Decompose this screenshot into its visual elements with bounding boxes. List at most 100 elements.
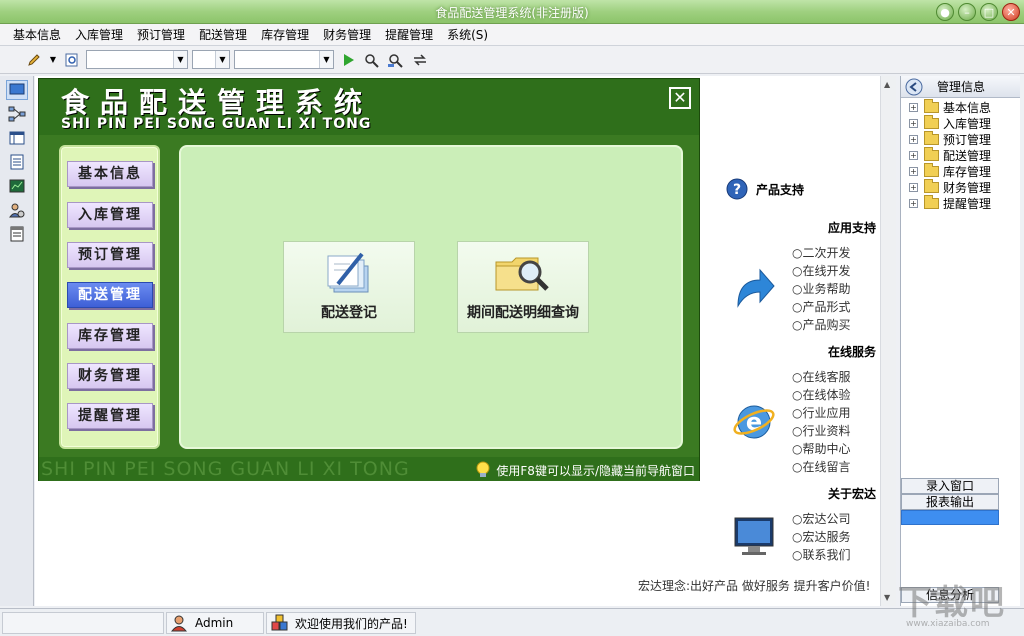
- footer-hint-text: 使用F8键可以显示/隐藏当前导航窗口: [496, 463, 695, 478]
- expand-icon[interactable]: +: [909, 182, 918, 192]
- link-services[interactable]: ○宏达服务: [792, 528, 851, 545]
- watermark-logo: 下载吧 www.xiazaiba.com: [898, 583, 1006, 629]
- refresh-icon[interactable]: [410, 50, 430, 70]
- link-online-cs[interactable]: ○在线客服: [792, 368, 851, 385]
- link-product-buy[interactable]: ○产品购买: [792, 316, 851, 333]
- window-list-icon[interactable]: [6, 128, 28, 148]
- nav-button-inbound[interactable]: 入库管理: [67, 202, 153, 228]
- section-online-service: 在线服务: [827, 345, 876, 359]
- preview-icon[interactable]: [62, 50, 82, 70]
- arrow-forward-icon: [737, 268, 775, 308]
- find-next-icon[interactable]: [386, 50, 406, 70]
- menu-bar: 基本信息 入库管理 预订管理 配送管理 库存管理 财务管理 提醒管理 系统(S): [0, 24, 1024, 46]
- folder-icon: [924, 194, 939, 209]
- tree-item-reminder[interactable]: + 提醒管理: [909, 194, 991, 211]
- document-icon[interactable]: [6, 152, 28, 172]
- minimize-button[interactable]: –: [958, 3, 976, 21]
- menu-delivery[interactable]: 配送管理: [192, 26, 254, 43]
- footer-pinyin: SHI PIN PEI SONG GUAN LI XI TONG: [41, 458, 410, 480]
- expand-icon[interactable]: +: [909, 150, 918, 160]
- menu-system[interactable]: 系统(S): [440, 26, 495, 43]
- menu-basic-info[interactable]: 基本信息: [6, 26, 68, 43]
- toolbar: ▼ ▼ ▼ ▼: [0, 46, 1024, 74]
- link-product-form[interactable]: ○产品形式: [792, 298, 851, 315]
- link-industry-app[interactable]: ○行业应用: [792, 404, 851, 421]
- nav-button-finance[interactable]: 财务管理: [67, 363, 153, 389]
- desktop-icon[interactable]: [6, 80, 28, 100]
- nav-menu-column: 基本信息 入库管理 预订管理 配送管理 库存管理 财务管理 提醒管理: [59, 145, 160, 449]
- folder-icon: [924, 178, 939, 193]
- menu-inventory[interactable]: 库存管理: [254, 26, 316, 43]
- nav-button-booking[interactable]: 预订管理: [67, 242, 153, 268]
- vertical-scrollbar[interactable]: ▲ ▼: [880, 76, 896, 606]
- title-bar: 食品配送管理系统(非注册版) ● – □ ✕: [0, 0, 1024, 24]
- nav-close-button[interactable]: ✕: [669, 87, 691, 109]
- user-icon: [171, 615, 188, 632]
- list-icon[interactable]: [6, 224, 28, 244]
- link-company[interactable]: ○宏达公司: [792, 510, 851, 527]
- delivery-register-tile[interactable]: 配送登记: [283, 241, 415, 333]
- find-icon[interactable]: [362, 50, 382, 70]
- support-header: 产品支持: [756, 183, 805, 197]
- link-online-message[interactable]: ○在线留言: [792, 458, 851, 475]
- nav-button-inventory[interactable]: 库存管理: [67, 323, 153, 349]
- link-contact[interactable]: ○联系我们: [792, 546, 851, 563]
- link-help-center[interactable]: ○帮助中心: [792, 440, 851, 457]
- filter-combo-1[interactable]: ▼: [86, 50, 188, 69]
- user-settings-icon[interactable]: [6, 200, 28, 220]
- menu-inbound[interactable]: 入库管理: [68, 26, 130, 43]
- section-app-support: 应用支持: [827, 221, 876, 235]
- menu-finance[interactable]: 财务管理: [316, 26, 378, 43]
- close-button[interactable]: ✕: [1002, 3, 1020, 21]
- pencil-icon[interactable]: [24, 50, 44, 70]
- nav-button-reminder[interactable]: 提醒管理: [67, 403, 153, 429]
- collapse-icon[interactable]: [905, 78, 923, 96]
- status-message: 欢迎使用我们的产品!: [266, 612, 416, 634]
- nav-pinyin: SHI PIN PEI SONG GUAN LI XI TONG: [61, 116, 372, 132]
- link-online-trial[interactable]: ○在线体验: [792, 386, 851, 403]
- scroll-up-icon[interactable]: ▲: [884, 80, 890, 89]
- left-icon-strip: [0, 76, 34, 606]
- delivery-query-tile[interactable]: 期间配送明细查询: [457, 241, 589, 333]
- menu-booking[interactable]: 预订管理: [130, 26, 192, 43]
- filter-combo-2[interactable]: ▼: [192, 50, 230, 69]
- footer-hint: 使用F8键可以显示/隐藏当前导航窗口: [474, 461, 695, 479]
- play-icon[interactable]: [338, 50, 358, 70]
- tab-report-output[interactable]: 报表输出: [901, 494, 999, 510]
- svg-text:?: ?: [733, 182, 741, 198]
- expand-icon[interactable]: +: [909, 102, 918, 112]
- expand-icon[interactable]: +: [909, 118, 918, 128]
- tab-entry-window[interactable]: 录入窗口: [901, 478, 999, 494]
- tree-item-finance[interactable]: + 财务管理: [909, 178, 991, 195]
- link-business-help[interactable]: ○业务帮助: [792, 280, 851, 297]
- network-icon[interactable]: [6, 104, 28, 124]
- nav-button-basic-info[interactable]: 基本信息: [67, 161, 153, 187]
- chart-icon[interactable]: [6, 176, 28, 196]
- nav-button-delivery[interactable]: 配送管理: [67, 282, 153, 308]
- management-panel: 管理信息 + 基本信息 + 入库管理 + 预订管理 + 配送管理 + 库存管理 + 财务管理…: [900, 76, 1020, 606]
- menu-reminder[interactable]: 提醒管理: [378, 26, 440, 43]
- expand-icon[interactable]: +: [909, 166, 918, 176]
- nav-content-area: 配送登记 期间配送明细查询: [179, 145, 683, 449]
- tab-selected-blank[interactable]: [901, 510, 999, 525]
- help-icon: ?: [726, 178, 748, 200]
- scroll-down-icon[interactable]: ▼: [884, 593, 890, 602]
- tree-item-delivery[interactable]: + 配送管理: [909, 146, 991, 163]
- tree-item-basic-info[interactable]: + 基本信息: [909, 98, 991, 115]
- expand-icon[interactable]: +: [909, 198, 918, 208]
- tree-item-inventory[interactable]: + 库存管理: [909, 162, 991, 179]
- help-button[interactable]: ●: [936, 3, 954, 21]
- link-industry-data[interactable]: ○行业资料: [792, 422, 851, 439]
- lightbulb-icon: [476, 461, 490, 477]
- tree-item-booking[interactable]: + 预订管理: [909, 130, 991, 147]
- maximize-button[interactable]: □: [980, 3, 998, 21]
- navigation-panel: 食品配送管理系统 SHI PIN PEI SONG GUAN LI XI TON…: [38, 78, 700, 481]
- link-online-dev[interactable]: ○在线开发: [792, 262, 851, 279]
- expand-icon[interactable]: +: [909, 134, 918, 144]
- company-slogan: 宏达理念:出好产品 做好服务 提升客户价值!: [638, 579, 871, 593]
- link-secondary-dev[interactable]: ○二次开发: [792, 244, 851, 261]
- tree-item-inbound[interactable]: + 入库管理: [909, 114, 991, 131]
- chevron-down-icon[interactable]: ▼: [48, 50, 58, 70]
- status-bar: Admin 欢迎使用我们的产品!: [0, 608, 1024, 636]
- filter-combo-3[interactable]: ▼: [234, 50, 334, 69]
